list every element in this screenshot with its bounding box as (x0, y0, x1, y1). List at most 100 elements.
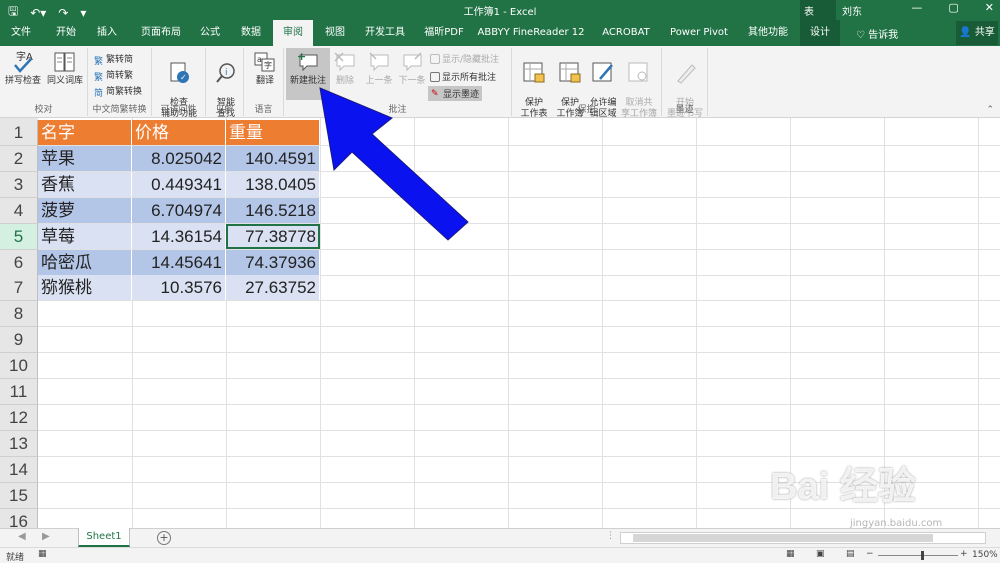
tab-foxit-pdf[interactable]: 福昕PDF (418, 20, 470, 46)
minimize-button[interactable]: — (911, 1, 922, 14)
redo-icon[interactable]: ↷ (58, 6, 68, 20)
tab-abbyy[interactable]: ABBYY FineReader 12 (476, 20, 586, 46)
table-cell-name[interactable]: 香蕉 (38, 171, 132, 197)
row-header[interactable]: 6 (0, 249, 38, 276)
table-cell-name[interactable]: 草莓 (38, 223, 132, 249)
header-cell-name[interactable]: 名字 (38, 120, 132, 145)
row-header[interactable]: 13 (0, 430, 38, 457)
header-cell-price[interactable]: 价格 (132, 120, 226, 145)
header-cell-weight[interactable]: 重量 (226, 120, 320, 145)
row-header[interactable]: 11 (0, 379, 38, 405)
row-header[interactable]: 15 (0, 482, 38, 509)
restore-button[interactable]: ▢ (948, 1, 958, 14)
translate-button[interactable]: a 字 翻译 (250, 50, 280, 87)
tab-home[interactable]: 开始 (46, 20, 86, 46)
new-comment-button[interactable]: + 新建批注 (286, 48, 330, 100)
prev-sheet-arrow-icon[interactable]: ◀ (18, 531, 26, 542)
baidu-watermark: Bai 经验 (770, 466, 916, 508)
table-cell-name[interactable]: 猕猴桃 (38, 275, 132, 301)
delete-comment-button[interactable]: 删除 (332, 50, 358, 87)
simp-to-trad-button[interactable]: 繁 简转繁 (94, 68, 133, 83)
tab-acrobat[interactable]: ACROBAT (596, 20, 656, 46)
tab-data[interactable]: 数据 (234, 20, 268, 46)
normal-view-icon[interactable]: ▦ (786, 549, 795, 559)
previous-comment-button[interactable]: 上一条 (362, 50, 396, 87)
customize-qat-icon[interactable]: ▾ (80, 6, 86, 20)
zoom-level[interactable]: 150% (972, 550, 998, 560)
row-header[interactable]: 2 (0, 145, 38, 172)
macro-record-icon[interactable]: ▦ (38, 549, 47, 559)
row-header[interactable]: 14 (0, 456, 38, 483)
zoom-slider[interactable] (878, 555, 958, 556)
row-header[interactable]: 7 (0, 275, 38, 302)
row-header[interactable]: 1 (0, 120, 38, 146)
table-cell-weight[interactable]: 27.63752 (226, 275, 320, 301)
tell-me-box[interactable]: ♡ 告诉我 (856, 26, 898, 41)
scroll-thumb[interactable] (633, 534, 933, 542)
spelling-button[interactable]: 字A 拼写检查 (4, 50, 42, 87)
close-button[interactable]: ✕ (985, 1, 994, 14)
page-layout-view-icon[interactable]: ▣ (816, 549, 825, 559)
next-sheet-arrow-icon[interactable]: ▶ (42, 531, 50, 542)
allow-edit-icon (592, 62, 613, 82)
table-cell-weight[interactable]: 74.37936 (226, 249, 320, 275)
tab-view[interactable]: 视图 (318, 20, 352, 46)
tab-power-pivot[interactable]: Power Pivot (664, 20, 734, 46)
zoom-in-button[interactable]: + (960, 549, 968, 559)
unshare-workbook-icon (628, 62, 648, 82)
show-hide-comment-button[interactable]: 显示/隐藏批注 (430, 52, 499, 65)
row-header[interactable]: 9 (0, 327, 38, 354)
table-cell-name[interactable]: 哈密瓜 (38, 249, 132, 275)
simp-trad-icon: 繁 (94, 72, 104, 83)
table-cell-price[interactable]: 0.449341 (132, 171, 226, 197)
thesaurus-button[interactable]: 同义词库 (44, 50, 86, 87)
svg-text:+: + (297, 50, 306, 63)
collapse-ribbon-icon[interactable]: ⌃ (986, 105, 994, 115)
conversion-button[interactable]: 简 简繁转换 (94, 84, 142, 99)
table-cell-weight[interactable]: 146.5218 (226, 197, 320, 223)
zoom-slider-thumb[interactable] (921, 551, 924, 560)
row-header[interactable]: 3 (0, 171, 38, 198)
table-cell-price[interactable]: 14.36154 (132, 223, 226, 249)
tab-splitter-icon[interactable]: ⋮ (606, 531, 615, 541)
table-cell-price[interactable]: 6.704974 (132, 197, 226, 223)
table-cell-price[interactable]: 14.45641 (132, 249, 226, 275)
trad-simp-icon: 繁 (94, 56, 104, 67)
row-header[interactable]: 5 (0, 223, 38, 250)
tab-developer[interactable]: 开发工具 (358, 20, 412, 46)
zoom-out-button[interactable]: − (866, 549, 874, 559)
show-ink-button[interactable]: ✎ 显示墨迹 (428, 86, 483, 101)
table-cell-name[interactable]: 菠萝 (38, 197, 132, 223)
person-icon: 👤 (959, 27, 972, 38)
next-comment-button[interactable]: 下一条 (396, 50, 428, 87)
tab-insert[interactable]: 插入 (88, 20, 126, 46)
table-cell-name[interactable]: 苹果 (38, 145, 132, 171)
table-cell-weight[interactable]: 140.4591 (226, 145, 320, 171)
group-label-language: 语言 (254, 105, 273, 115)
row-header[interactable]: 4 (0, 197, 38, 224)
show-all-comments-button[interactable]: 显示所有批注 (430, 70, 496, 83)
sheet-tab-sheet1[interactable]: Sheet1 (78, 528, 130, 547)
tab-review[interactable]: 审阅 (273, 20, 313, 46)
table-cell-weight[interactable]: 138.0405 (226, 171, 320, 197)
table-cell-price[interactable]: 10.3576 (132, 275, 226, 301)
row-header[interactable]: 8 (0, 301, 38, 328)
row-header[interactable]: 12 (0, 404, 38, 431)
row-header[interactable]: 16 (0, 508, 38, 528)
tab-design[interactable]: 设计 (800, 20, 840, 46)
row-header[interactable]: 10 (0, 353, 38, 380)
user-name[interactable]: 刘东 (842, 3, 862, 18)
horizontal-scrollbar[interactable] (620, 532, 986, 544)
undo-icon[interactable]: ↶▾ (30, 6, 46, 20)
tab-other-functions[interactable]: 其他功能 (740, 20, 796, 46)
page-break-view-icon[interactable]: ▤ (846, 549, 855, 559)
share-button[interactable]: 👤 共享 (956, 21, 998, 45)
table-cell-weight[interactable]: 77.38778 (226, 223, 320, 249)
tab-file[interactable]: 文件 (2, 20, 40, 46)
baidu-watermark-url: jingyan.baidu.com (850, 518, 943, 529)
trad-to-simp-button[interactable]: 繁 繁转简 (94, 52, 133, 67)
table-cell-price[interactable]: 8.025042 (132, 145, 226, 171)
add-sheet-button[interactable]: + (157, 531, 171, 545)
tab-page-layout[interactable]: 页面布局 (130, 20, 192, 46)
tab-formulas[interactable]: 公式 (194, 20, 226, 46)
